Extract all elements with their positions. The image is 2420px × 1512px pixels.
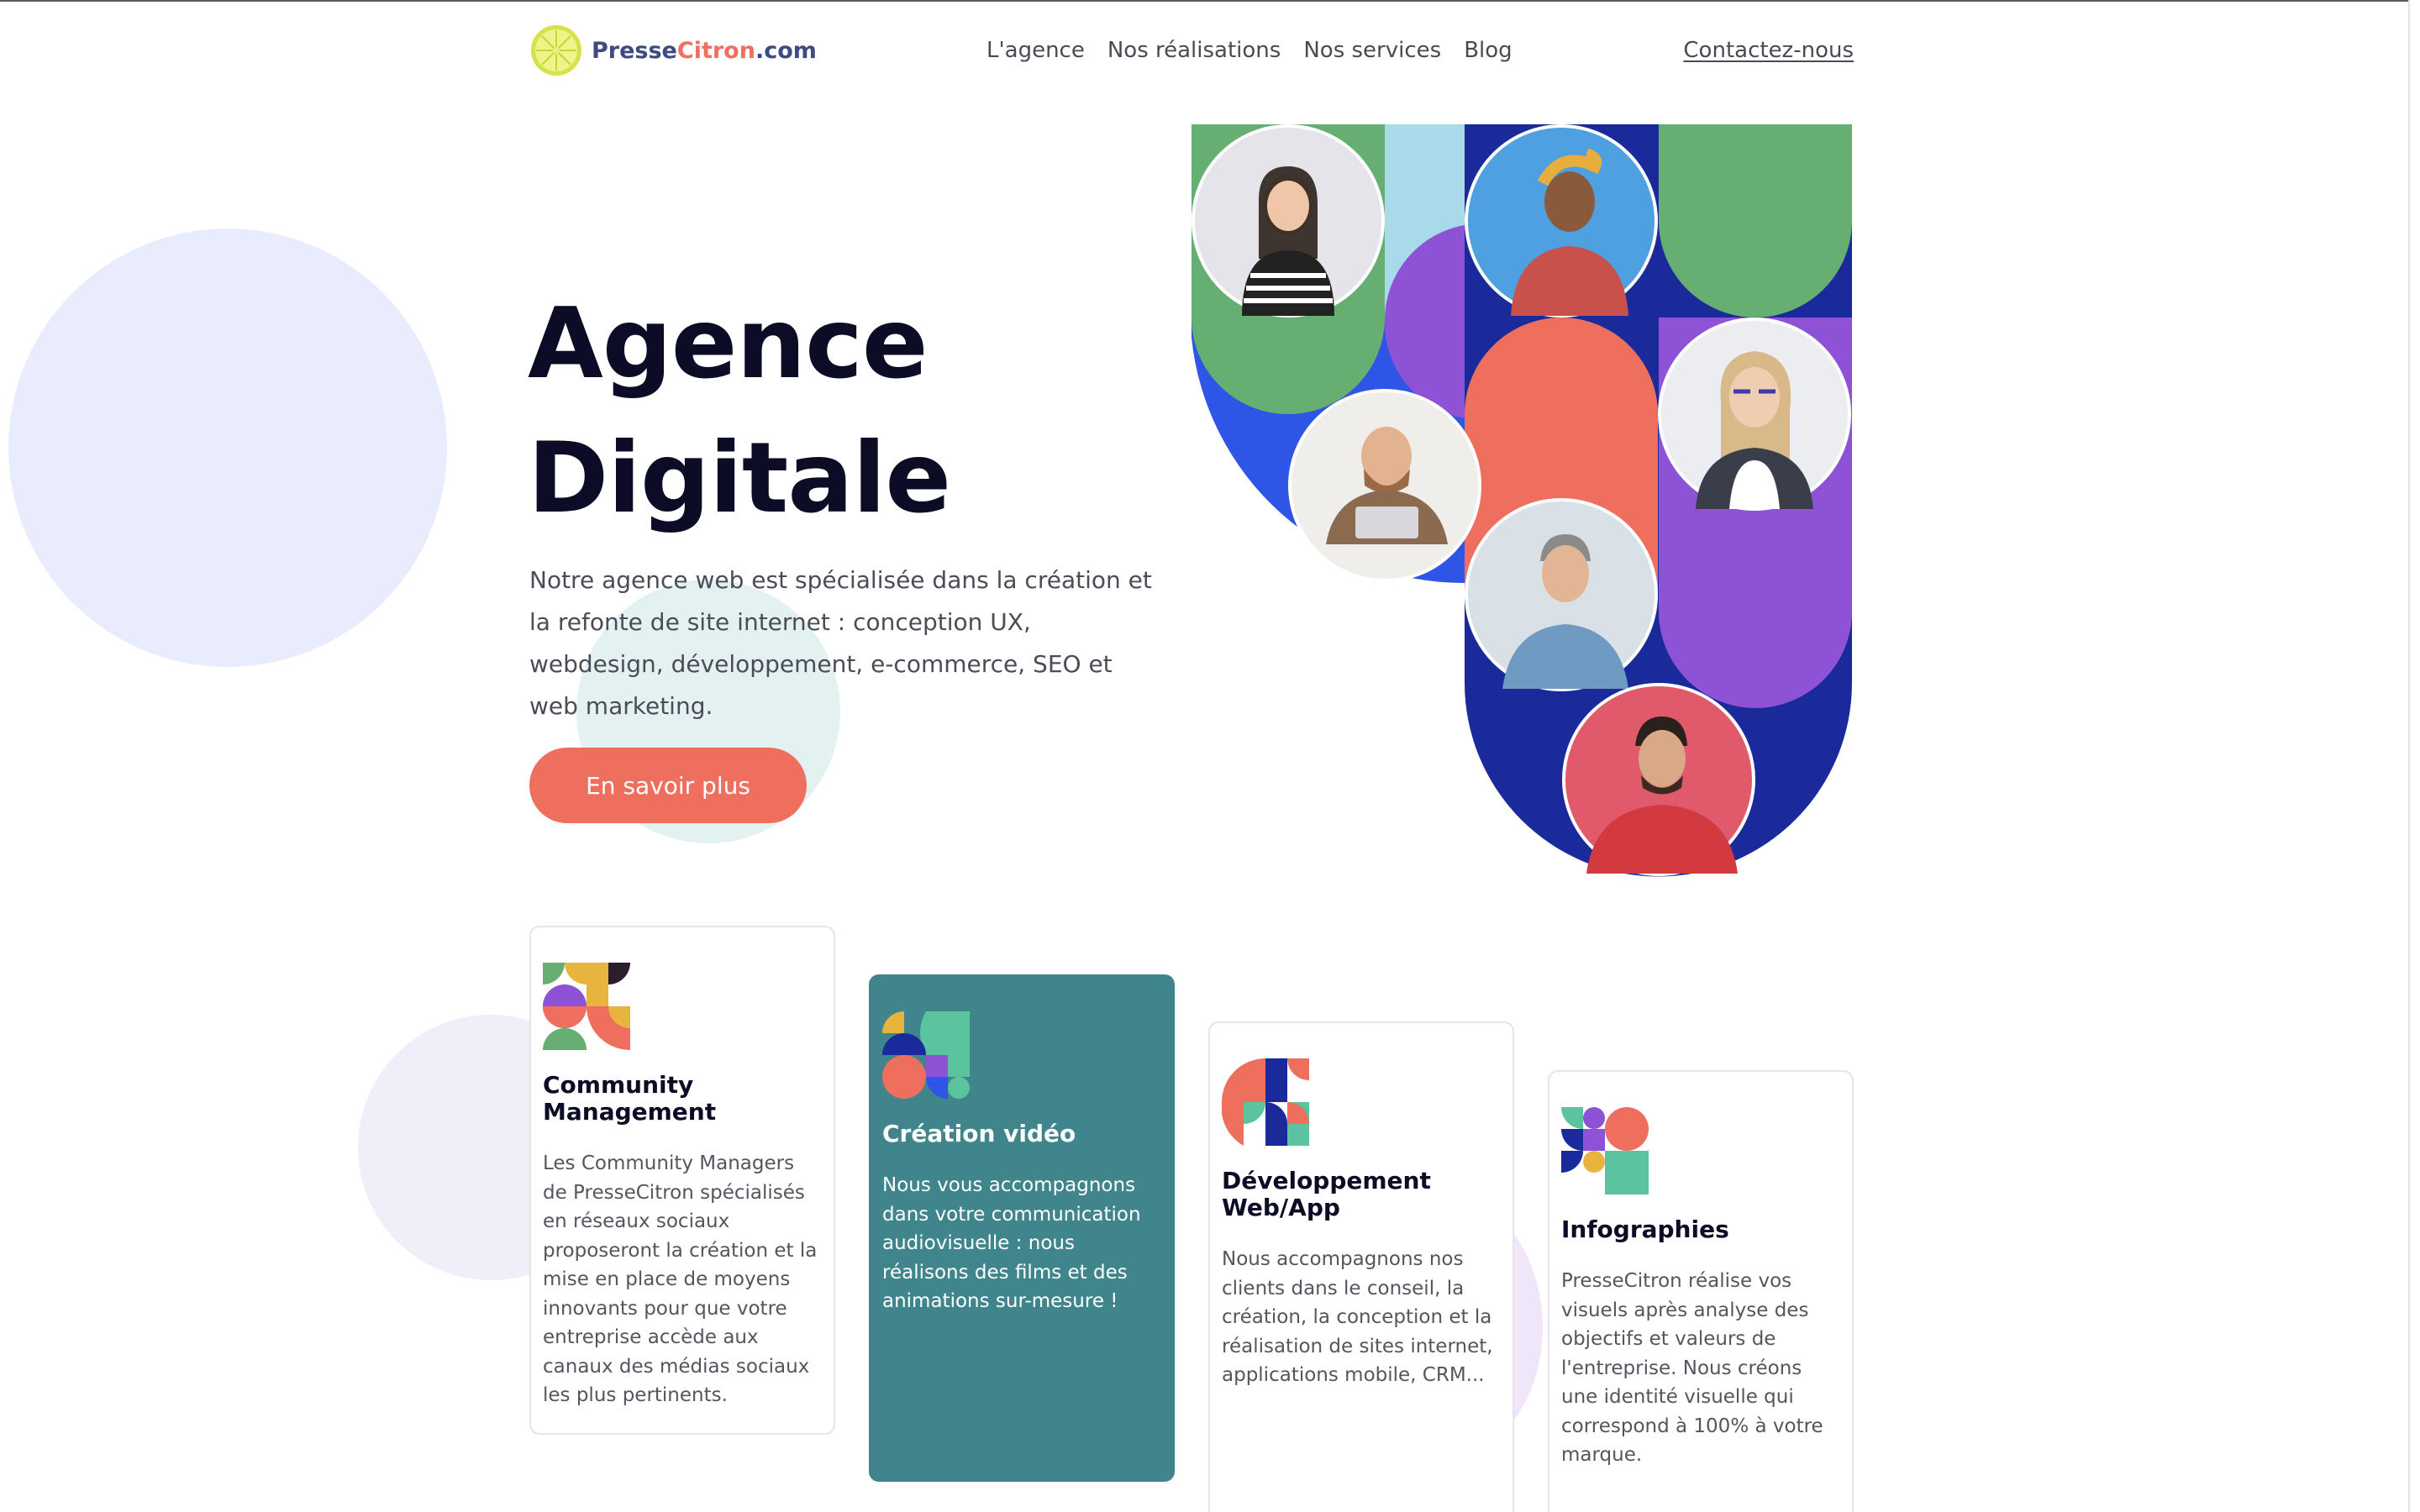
- avatar: [1562, 683, 1755, 876]
- hero-illustration: [1192, 124, 1852, 877]
- logo-link[interactable]: PresseCitron.com: [529, 24, 817, 77]
- avatar: [1658, 318, 1851, 511]
- card-title: Création vidéo: [882, 1120, 1076, 1147]
- avatar: [1465, 498, 1658, 691]
- contact-link[interactable]: Contactez-nous: [1683, 24, 1854, 77]
- team-collage: [1192, 124, 1852, 877]
- dev-icon: [1222, 1058, 1309, 1146]
- page-title: Agence Digitale: [528, 277, 1166, 546]
- service-card-development[interactable]: Développement Web/App Nous accompagnons …: [1208, 1021, 1514, 1512]
- logo-text: PresseCitron.com: [592, 37, 817, 64]
- lemon-logo-icon: [531, 25, 581, 76]
- learn-more-button[interactable]: En savoir plus: [529, 748, 807, 823]
- card-text: Les Community Managers de PresseCitron s…: [543, 1152, 818, 1406]
- card-text: PresseCitron réalise vos visuels après a…: [1561, 1270, 1823, 1466]
- nav-item-services[interactable]: Nos services: [1303, 38, 1441, 63]
- nav-item-agence[interactable]: L'agence: [986, 38, 1085, 63]
- card-title: Développement Web/App: [1222, 1167, 1431, 1221]
- hero-description: Notre agence web est spécialisée dans la…: [529, 566, 1152, 720]
- service-card-community[interactable]: Community Management Les Community Manag…: [529, 926, 835, 1435]
- card-text: Nous accompagnons nos clients dans le co…: [1222, 1248, 1493, 1386]
- decorative-circle: [8, 228, 447, 667]
- title-line-2: Digitale: [528, 422, 951, 535]
- nav-item-realisations[interactable]: Nos réalisations: [1107, 38, 1281, 63]
- avatar: [1465, 124, 1658, 318]
- window-top-border: [0, 0, 2420, 2]
- avatar: [1288, 389, 1481, 582]
- community-icon: [543, 963, 630, 1050]
- avatar: [1192, 124, 1385, 318]
- card-text: Nous vous accompagnons dans votre commun…: [882, 1174, 1141, 1312]
- infographic-icon: [1561, 1107, 1649, 1194]
- nav-item-blog[interactable]: Blog: [1464, 38, 1512, 63]
- card-title: Community Management: [543, 1071, 717, 1126]
- scrollbar[interactable]: [2408, 0, 2420, 1512]
- main-nav: L'agence Nos réalisations Nos services B…: [986, 24, 1512, 77]
- title-line-1: Agence: [528, 287, 929, 401]
- service-card-video[interactable]: Création vidéo Nous vous accompagnons da…: [869, 974, 1175, 1482]
- site-header: PresseCitron.com L'agence Nos réalisatio…: [529, 24, 1854, 77]
- card-title: Infographies: [1561, 1215, 1729, 1243]
- service-card-infographics[interactable]: Infographies PresseCitron réalise vos vi…: [1548, 1070, 1854, 1512]
- video-icon: [882, 1011, 970, 1099]
